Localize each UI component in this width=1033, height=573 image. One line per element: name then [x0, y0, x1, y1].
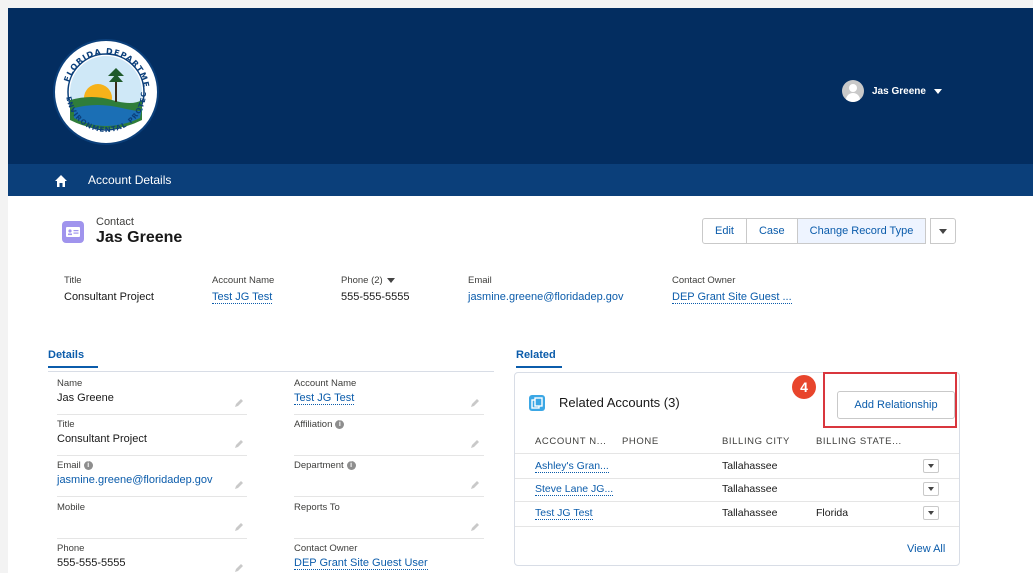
field-divider [57, 455, 247, 456]
highlight-owner: Contact Owner DEP Grant Site Guest ... [672, 275, 792, 304]
detail-owner: Contact Owner DEP Grant Site Guest User [294, 543, 428, 570]
app-frame: FLORIDA DEPARTMENT OF ENVIRONMENTAL PROT… [8, 8, 1033, 573]
user-menu[interactable]: Jas Greene [842, 80, 942, 102]
detail-affiliation: Affiliation i [294, 419, 345, 433]
detail-reports-to: Reports To [294, 502, 340, 513]
field-divider [294, 414, 484, 415]
case-button[interactable]: Case [745, 218, 798, 244]
detail-department: Department i [294, 460, 356, 474]
chevron-down-icon [939, 228, 948, 234]
contact-card-icon [62, 220, 84, 243]
detail-name: Name Jas Greene [57, 378, 114, 404]
account-link[interactable]: Test JG Test [212, 291, 273, 304]
detail-title: Title Consultant Project [57, 419, 147, 445]
record-type-label: Contact [96, 216, 134, 228]
user-name: Jas Greene [872, 85, 926, 97]
row-actions-button[interactable] [923, 459, 939, 473]
account-relationship-icon [529, 395, 545, 411]
tab-related-underline [516, 366, 562, 368]
header-bar: FLORIDA DEPARTMENT OF ENVIRONMENTAL PROT… [8, 8, 1033, 164]
edit-mobile-pencil-icon[interactable] [234, 522, 244, 532]
chevron-down-icon [933, 88, 942, 94]
table-row: Steve Lane JG... [535, 483, 614, 496]
row-city: Tallahassee [722, 483, 778, 495]
table-header-divider [515, 453, 959, 454]
row-account-link[interactable]: Test JG Test [535, 507, 593, 520]
edit-affiliation-pencil-icon[interactable] [470, 439, 480, 449]
field-divider [57, 538, 247, 539]
row-city: Tallahassee [722, 507, 778, 519]
home-icon[interactable] [54, 174, 68, 188]
edit-department-pencil-icon[interactable] [470, 480, 480, 490]
column-header-account[interactable]: ACCOUNT N... [535, 436, 606, 447]
detail-owner-link[interactable]: DEP Grant Site Guest User [294, 557, 428, 570]
field-divider [57, 414, 247, 415]
row-divider [515, 478, 959, 479]
highlight-account: Account Name Test JG Test [212, 275, 275, 304]
tab-details[interactable]: Details [48, 349, 84, 361]
edit-email-pencil-icon[interactable] [234, 480, 244, 490]
edit-name-pencil-icon[interactable] [234, 398, 244, 408]
row-account-link[interactable]: Ashley's Gran... [535, 460, 609, 473]
highlight-title: Title Consultant Project [64, 275, 154, 303]
edit-reports-to-pencil-icon[interactable] [470, 522, 480, 532]
tab-details-underline [48, 366, 98, 368]
user-avatar [842, 80, 864, 102]
field-divider [294, 496, 484, 497]
info-icon[interactable]: i [346, 461, 356, 470]
owner-link[interactable]: DEP Grant Site Guest ... [672, 291, 792, 304]
details-divider [48, 371, 494, 372]
detail-email-link[interactable]: jasmine.greene@floridadep.gov [57, 474, 212, 486]
row-actions-button[interactable] [923, 506, 939, 520]
dep-seal-logo: FLORIDA DEPARTMENT OF ENVIRONMENTAL PROT… [52, 38, 159, 145]
record-title: Jas Greene [96, 229, 183, 246]
detail-phone: Phone 555-555-5555 [57, 543, 126, 569]
row-state: Florida [816, 507, 849, 519]
detail-email: Email i jasmine.greene@floridadep.gov [57, 460, 213, 486]
field-divider [57, 496, 247, 497]
chevron-down-icon [928, 464, 934, 468]
info-icon[interactable]: i [83, 461, 93, 470]
table-row: Test JG Test [535, 507, 593, 520]
row-account-link[interactable]: Steve Lane JG... [535, 483, 614, 496]
edit-phone-pencil-icon[interactable] [234, 563, 244, 573]
email-link[interactable]: jasmine.greene@floridadep.gov [468, 291, 623, 303]
record-actions: Edit Case Change Record Type [702, 218, 957, 244]
chevron-down-icon [928, 487, 934, 491]
related-accounts-title[interactable]: Related Accounts (3) [559, 395, 680, 410]
more-actions-button[interactable] [930, 218, 957, 244]
row-divider [515, 526, 959, 527]
detail-account-link[interactable]: Test JG Test [294, 392, 355, 405]
column-header-billing-city[interactable]: BILLING CITY [722, 436, 790, 447]
view-all-link[interactable]: View All [907, 543, 945, 555]
nav-bar: Account Details [8, 164, 1033, 196]
field-divider [294, 455, 484, 456]
change-record-type-button[interactable]: Change Record Type [796, 218, 927, 244]
highlight-callout-box [823, 372, 957, 428]
edit-title-pencil-icon[interactable] [234, 439, 244, 449]
highlight-email: Email jasmine.greene@floridadep.gov [468, 275, 624, 303]
detail-account: Account Name Test JG Test [294, 378, 357, 405]
record-header: Contact Jas Greene [62, 216, 182, 247]
chevron-down-icon [928, 511, 934, 515]
detail-mobile: Mobile [57, 502, 85, 513]
edit-account-pencil-icon[interactable] [470, 398, 480, 408]
highlight-phone: Phone (2) 555-555-5555 [341, 275, 410, 303]
row-divider [515, 501, 959, 502]
column-header-billing-state[interactable]: BILLING STATE... [816, 436, 902, 447]
row-city: Tallahassee [722, 460, 778, 472]
phone-dropdown-icon[interactable] [386, 278, 395, 283]
nav-item-account-details[interactable]: Account Details [88, 173, 171, 187]
step-number-badge: 4 [792, 375, 816, 399]
edit-button[interactable]: Edit [702, 218, 747, 244]
field-divider [294, 538, 484, 539]
row-actions-button[interactable] [923, 482, 939, 496]
info-icon[interactable]: i [335, 420, 345, 429]
tab-related[interactable]: Related [516, 349, 556, 361]
column-header-phone[interactable]: PHONE [622, 436, 659, 447]
table-row: Ashley's Gran... [535, 460, 609, 473]
